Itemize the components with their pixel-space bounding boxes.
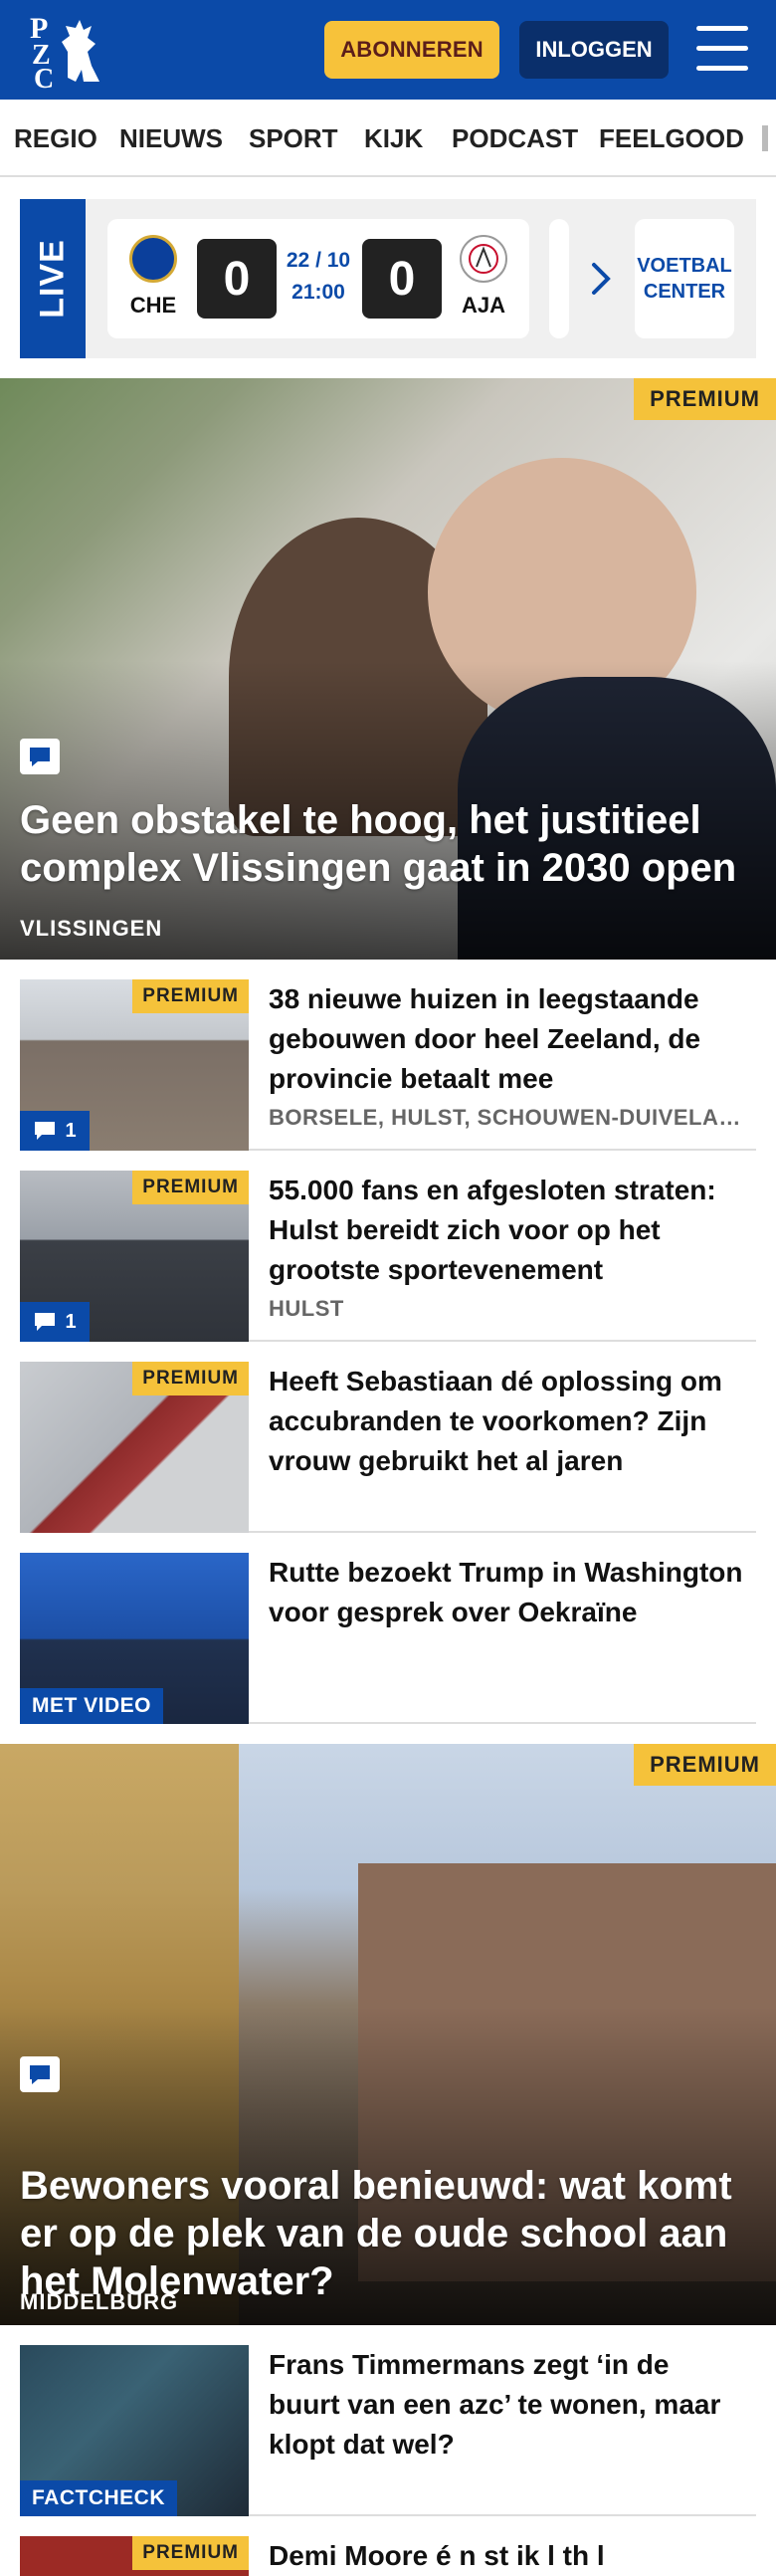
premium-badge: PREMIUM [132, 1171, 249, 1204]
premium-badge: PREMIUM [132, 1362, 249, 1395]
match-card[interactable]: CHE 0 22 / 10 21:00 0 AJA [107, 219, 529, 338]
home-score: 0 [197, 239, 277, 319]
article-title[interactable]: 38 nieuwe huizen in leegstaande gebouwen… [269, 979, 746, 1099]
live-tab: LIVE [20, 199, 86, 358]
article-title[interactable]: Demi Moore é n st ik l th l [269, 2536, 746, 2576]
chevron-right-icon[interactable] [589, 261, 613, 302]
article-thumbnail: PREMIUM [20, 1362, 249, 1533]
away-score: 0 [362, 239, 442, 319]
list-item[interactable]: PREMIUM 1 38 nieuwe huizen in leegstaand… [20, 960, 756, 1151]
live-score-widget: LIVE CHE 0 22 / 10 21:00 0 AJA VOETBAL C… [20, 199, 756, 358]
match-date: 22 / 10 [286, 249, 351, 272]
nav-item-podcast[interactable]: PODCAST [452, 123, 578, 154]
hero-location: MIDDELBURG [20, 2289, 179, 2314]
hero-article[interactable]: PREMIUM Geen obstakel te hoog, het justi… [0, 378, 776, 960]
nav-item-regio[interactable]: REGIO [14, 123, 97, 154]
away-team-code: AJA [461, 293, 505, 318]
article-title[interactable]: 55.000 fans en afgesloten straten: Hulst… [269, 1171, 746, 1290]
svg-text:C: C [34, 64, 54, 92]
match-kickoff: 21:00 [291, 281, 345, 304]
list-item[interactable]: PREMIUM 1 55.000 fans en afgesloten stra… [20, 1151, 756, 1342]
hero-article[interactable]: PREMIUM Bewoners vooral benieuwd: wat ko… [0, 1744, 776, 2325]
pzc-logo[interactable]: P Z C [22, 8, 113, 95]
article-thumbnail: FACTCHECK [20, 2345, 249, 2516]
comment-icon [35, 1122, 56, 1140]
menu-icon[interactable] [696, 26, 748, 72]
article-title[interactable]: Heeft Sebastiaan dé oplossing om accubra… [269, 1362, 746, 1481]
chelsea-logo-icon [129, 235, 177, 283]
premium-badge: PREMIUM [634, 378, 776, 420]
article-thumbnail: MET VIDEO [20, 1553, 249, 1724]
list-item[interactable]: FACTCHECK Frans Timmermans zegt ‘in de b… [20, 2325, 756, 2516]
article-title[interactable]: Frans Timmermans zegt ‘in de buurt van e… [269, 2345, 746, 2465]
nav-item-kijk[interactable]: KIJK [364, 123, 423, 154]
subscribe-button[interactable]: ABONNEREN [324, 21, 499, 79]
list-item[interactable]: PREMIUM Heeft Sebastiaan dé oplossing om… [20, 1342, 756, 1533]
comment-count-value: 1 [65, 1310, 77, 1333]
live-label: LIVE [33, 239, 72, 319]
article-location: HULST [269, 1296, 344, 1321]
article-thumbnail: PREMIUM 1 [20, 1171, 249, 1342]
home-team-code: CHE [129, 293, 177, 318]
comment-count-value: 1 [65, 1119, 77, 1142]
article-location: BORSELE, HULST, SCHOUWEN-DUIVELAND [269, 1105, 746, 1130]
comment-icon [20, 739, 60, 774]
comment-count: 1 [20, 1302, 90, 1342]
article-thumbnail: PREMIUM 1 [20, 979, 249, 1151]
comment-icon [20, 2056, 60, 2092]
nav-overflow-indicator [762, 125, 768, 151]
nav-item-sport[interactable]: SPORT [249, 123, 338, 154]
hero-location: VLISSINGEN [20, 916, 163, 941]
premium-badge: PREMIUM [634, 1744, 776, 1786]
list-item[interactable]: PREMIUM Demi Moore é n st ik l th l [20, 2536, 756, 2576]
nav-item-nieuws[interactable]: NIEUWS [119, 123, 223, 154]
video-label: MET VIDEO [20, 1688, 164, 1724]
article-thumbnail: PREMIUM [20, 2536, 249, 2576]
premium-badge: PREMIUM [132, 2536, 249, 2570]
main-navigation: REGIO NIEUWS SPORT KIJK PODCAST FEELGOOD [0, 100, 776, 177]
login-button[interactable]: INLOGGEN [519, 21, 669, 79]
next-match-card[interactable] [549, 219, 569, 338]
comment-count: 1 [20, 1111, 90, 1151]
article-title[interactable]: Rutte bezoekt Trump in Washington voor g… [269, 1553, 746, 1632]
hero-title[interactable]: Bewoners vooral benieuwd: wat komt er op… [20, 2162, 746, 2305]
hero-title[interactable]: Geen obstakel te hoog, het justitieel co… [20, 796, 746, 892]
match-time: 22 / 10 21:00 [283, 245, 354, 309]
ajax-logo-icon [460, 235, 507, 283]
voetbal-center-link[interactable]: VOETBAL CENTER [635, 219, 734, 338]
premium-badge: PREMIUM [132, 979, 249, 1013]
site-header: P Z C ABONNEREN INLOGGEN [0, 0, 776, 100]
factcheck-label: FACTCHECK [20, 2480, 177, 2516]
comment-icon [35, 1313, 56, 1331]
nav-item-feelgood[interactable]: FEELGOOD [599, 123, 744, 154]
list-item[interactable]: MET VIDEO Rutte bezoekt Trump in Washing… [20, 1533, 756, 1724]
